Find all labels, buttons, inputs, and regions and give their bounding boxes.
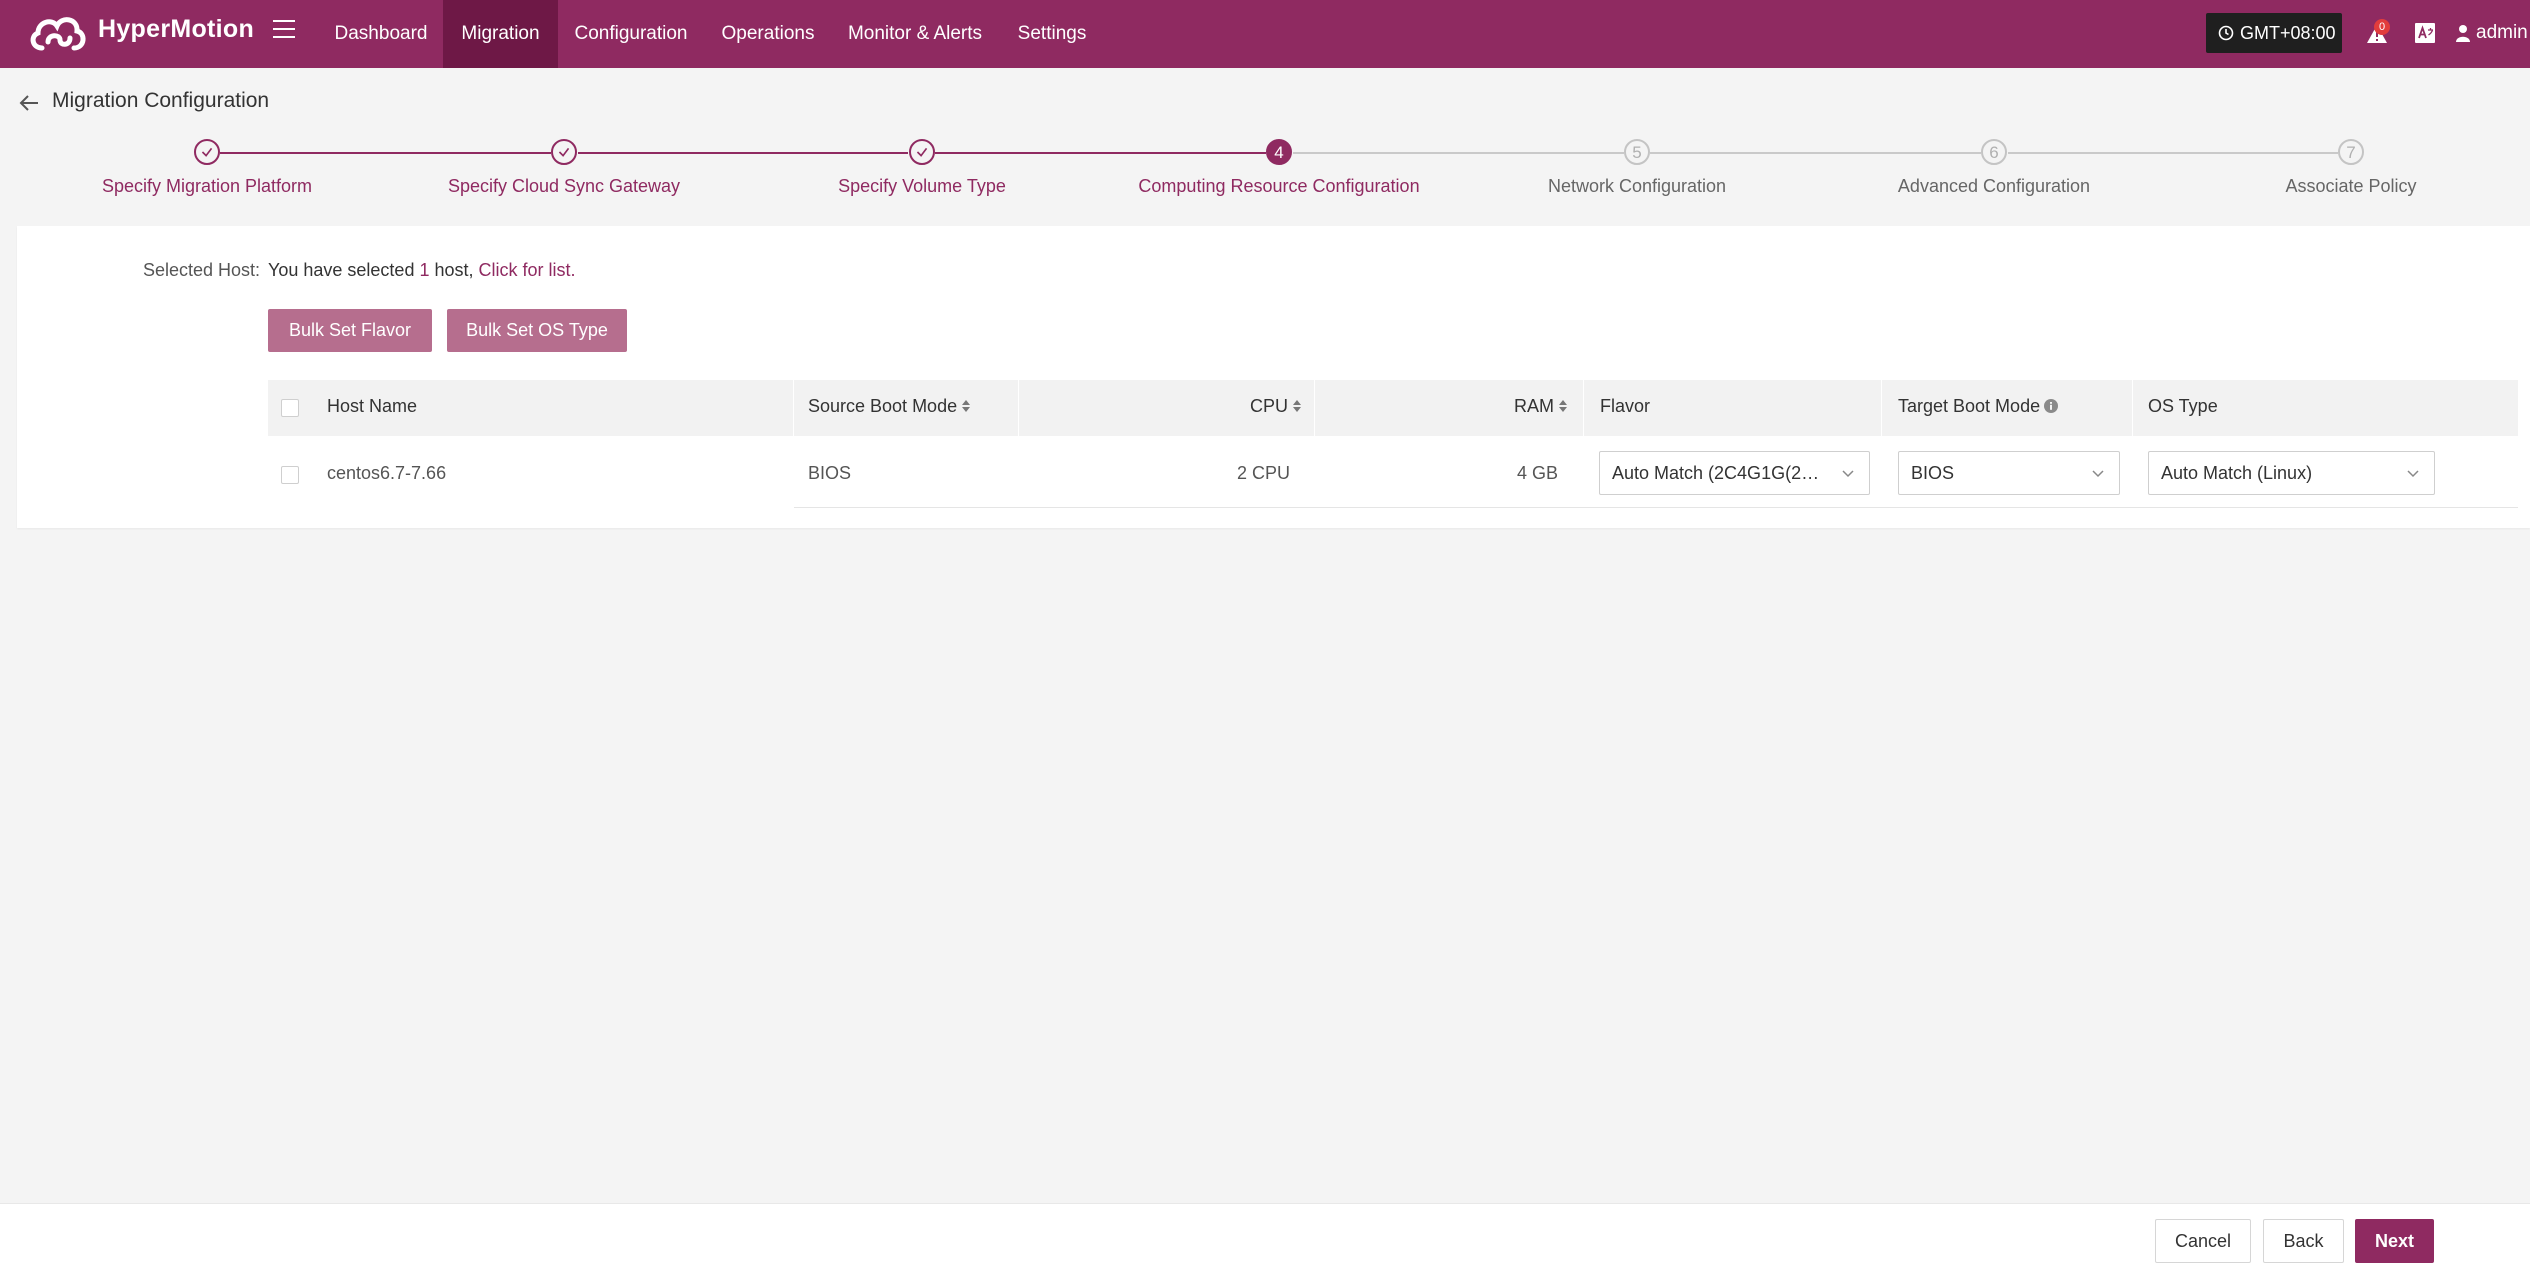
language-icon[interactable]	[2414, 22, 2436, 44]
back-arrow-icon[interactable]	[18, 92, 42, 114]
nav-operations[interactable]: Operations	[712, 0, 824, 68]
chevron-down-icon	[2092, 470, 2104, 478]
sort-icon[interactable]	[961, 398, 971, 414]
column-separator	[1018, 380, 1019, 436]
target-boot-mode-select[interactable]: BIOS	[1898, 451, 2120, 495]
col-target-boot-mode: Target Boot Mode	[1898, 396, 2059, 417]
footer-bar	[0, 1203, 2530, 1268]
target-boot-mode-value: BIOS	[1911, 463, 1955, 483]
hamburger-menu-icon[interactable]	[273, 20, 295, 42]
selected-host-summary: You have selected 1 host, Click for list…	[268, 260, 576, 281]
col-source-boot-mode[interactable]: Source Boot Mode	[808, 396, 971, 417]
chevron-down-icon	[2407, 470, 2419, 478]
cell-host-name: centos6.7-7.66	[327, 463, 447, 483]
top-navbar: HyperMotion Dashboard Migration Configur…	[0, 0, 2530, 68]
col-host-name: Host Name	[327, 396, 418, 416]
brand-name: HyperMotion	[98, 15, 255, 43]
nav-configuration[interactable]: Configuration	[562, 0, 700, 68]
nav-migration[interactable]: Migration	[443, 0, 558, 68]
col-os-type: OS Type	[2148, 396, 2218, 416]
flavor-select[interactable]: Auto Match (2C4G1G(2C…	[1599, 451, 1870, 495]
os-type-select[interactable]: Auto Match (Linux)	[2148, 451, 2435, 495]
info-icon[interactable]	[2043, 398, 2059, 414]
step-5-label: Network Configuration	[1547, 176, 1727, 196]
selection-prefix: You have selected	[268, 260, 420, 280]
flavor-select-value: Auto Match (2C4G1G(2C…	[1612, 463, 1832, 483]
nav-dashboard[interactable]: Dashboard	[322, 0, 440, 68]
page-title: Migration Configuration	[52, 89, 270, 112]
column-separator	[1583, 380, 1584, 436]
step-connector	[220, 152, 551, 154]
step-2-label: Specify Cloud Sync Gateway	[447, 176, 681, 196]
col-cpu[interactable]: CPU	[1250, 396, 1302, 417]
next-button[interactable]: Next	[2355, 1219, 2434, 1263]
row-checkbox[interactable]	[281, 466, 299, 484]
cloud-logo-icon	[30, 17, 86, 51]
step-connector	[578, 152, 908, 154]
user-icon[interactable]	[2455, 24, 2471, 42]
step-5-number: 5	[1624, 139, 1650, 165]
column-separator	[2132, 380, 2133, 436]
column-separator	[1881, 380, 1882, 436]
step-1-check-icon	[194, 139, 220, 165]
selected-host-label: Selected Host:	[143, 260, 261, 280]
step-2-check-icon	[551, 139, 577, 165]
alert-count-badge: 0	[2374, 19, 2390, 35]
selection-middle: host,	[429, 260, 479, 280]
col-ram[interactable]: RAM	[1514, 396, 1568, 417]
step-connector	[1650, 152, 1981, 154]
user-name[interactable]: admin	[2476, 22, 2528, 44]
step-6-label: Advanced Configuration	[1897, 176, 2091, 196]
step-6-number: 6	[1981, 139, 2007, 165]
timezone-label: GMT+08:00	[2240, 23, 2336, 43]
step-connector	[1293, 152, 1624, 154]
nav-settings[interactable]: Settings	[1010, 0, 1094, 68]
col-target-boot-mode-label: Target Boot Mode	[1898, 396, 2041, 416]
column-separator	[1314, 380, 1315, 436]
timezone-button[interactable]: GMT+08:00	[2206, 13, 2342, 53]
column-separator	[793, 380, 794, 436]
sort-icon[interactable]	[1558, 398, 1568, 414]
step-3-label: Specify Volume Type	[838, 176, 1006, 196]
col-ram-label: RAM	[1514, 396, 1554, 416]
step-connector	[2008, 152, 2338, 154]
select-all-checkbox[interactable]	[281, 399, 299, 417]
bulk-set-flavor-button[interactable]: Bulk Set Flavor	[268, 309, 432, 352]
row-divider	[794, 507, 2518, 508]
sort-icon[interactable]	[1292, 398, 1302, 414]
step-connector	[935, 152, 1266, 154]
bulk-set-os-type-button[interactable]: Bulk Set OS Type	[447, 309, 627, 352]
step-3-check-icon	[909, 139, 935, 165]
cell-ram: 4 GB	[1516, 463, 1558, 483]
back-button[interactable]: Back	[2263, 1219, 2344, 1263]
os-type-value: Auto Match (Linux)	[2161, 463, 2313, 483]
step-4-label: Computing Resource Configuration	[1138, 176, 1420, 196]
step-7-label: Associate Policy	[2285, 176, 2417, 196]
chevron-down-icon	[1842, 470, 1854, 478]
col-flavor: Flavor	[1600, 396, 1651, 416]
nav-monitor-alerts[interactable]: Monitor & Alerts	[840, 0, 990, 68]
step-4-number: 4	[1266, 139, 1292, 165]
step-7-number: 7	[2338, 139, 2364, 165]
clock-icon	[2218, 25, 2234, 41]
col-source-boot-mode-label: Source Boot Mode	[808, 396, 958, 416]
col-cpu-label: CPU	[1250, 396, 1289, 416]
host-list-link[interactable]: Click for list.	[479, 260, 576, 280]
step-1-label: Specify Migration Platform	[101, 176, 313, 196]
cell-cpu: 2 CPU	[1236, 463, 1290, 483]
cell-source-boot-mode: BIOS	[808, 463, 852, 483]
cancel-button[interactable]: Cancel	[2155, 1219, 2251, 1263]
selected-count: 1	[419, 260, 430, 280]
